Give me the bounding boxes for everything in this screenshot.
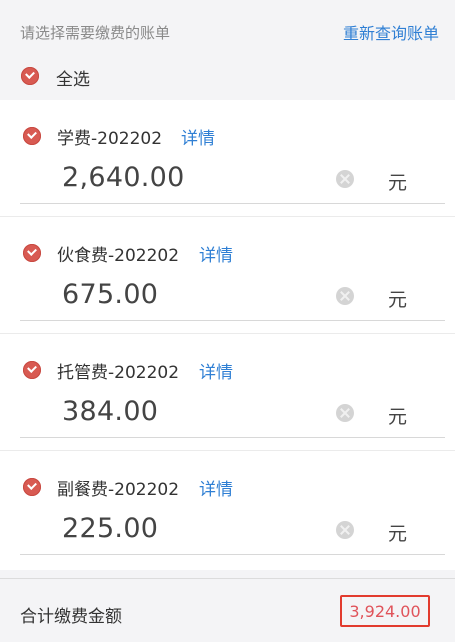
bill-title: 托管费-202202 (57, 363, 180, 383)
clear-icon[interactable] (336, 404, 354, 422)
bill-item-extra-meal: 副餐费-202202 详情 225.00 元 (0, 451, 455, 568)
select-bills-prompt: 请选择需要缴费的账单 (20, 24, 171, 42)
currency-unit: 元 (388, 289, 408, 311)
currency-unit: 元 (388, 406, 408, 428)
bill-item-meals: 伙食费-202202 详情 675.00 元 (0, 217, 455, 334)
total-amount-value: 3,924.00 (340, 595, 430, 627)
bill-detail-link[interactable]: 详情 (199, 475, 233, 500)
select-all-checkbox-icon[interactable] (21, 67, 39, 85)
bill-checkbox-icon[interactable] (23, 244, 41, 262)
bill-detail-link[interactable]: 详情 (199, 358, 233, 383)
bill-checkbox-icon[interactable] (23, 478, 41, 496)
bill-title: 伙食费-202202 (57, 246, 180, 266)
bill-list: 学费-202202 详情 2,640.00 元 伙食费-202202 详情 67… (0, 100, 455, 570)
currency-unit: 元 (388, 523, 408, 545)
bill-amount-input[interactable]: 384.00 (62, 396, 158, 427)
amount-underline (20, 320, 445, 321)
amount-underline (20, 203, 445, 204)
bill-detail-link[interactable]: 详情 (199, 241, 233, 266)
bill-selection-header: 请选择需要缴费的账单 重新查询账单 全选 (0, 0, 455, 100)
amount-underline (20, 554, 445, 555)
divider (0, 578, 455, 579)
currency-unit: 元 (388, 172, 408, 194)
select-all-label[interactable]: 全选 (56, 65, 90, 90)
total-label: 合计缴费金额 (20, 607, 122, 627)
bill-item-childcare: 托管费-202202 详情 384.00 元 (0, 334, 455, 451)
bill-checkbox-icon[interactable] (23, 127, 41, 145)
bill-title: 副餐费-202202 (57, 480, 180, 500)
requery-bills-link[interactable]: 重新查询账单 (343, 20, 439, 44)
bill-item-tuition: 学费-202202 详情 2,640.00 元 (0, 100, 455, 217)
bill-amount-input[interactable]: 675.00 (62, 279, 158, 310)
amount-underline (20, 437, 445, 438)
bill-amount-input[interactable]: 2,640.00 (62, 162, 185, 193)
bill-title: 学费-202202 (57, 129, 163, 149)
bill-amount-input[interactable]: 225.00 (62, 513, 158, 544)
bill-checkbox-icon[interactable] (23, 361, 41, 379)
clear-icon[interactable] (336, 287, 354, 305)
total-amount-text: 3,924.00 (349, 601, 421, 621)
bill-detail-link[interactable]: 详情 (181, 124, 215, 149)
clear-icon[interactable] (336, 170, 354, 188)
clear-icon[interactable] (336, 521, 354, 539)
payment-total-bar: 合计缴费金额 3,924.00 (0, 578, 455, 642)
